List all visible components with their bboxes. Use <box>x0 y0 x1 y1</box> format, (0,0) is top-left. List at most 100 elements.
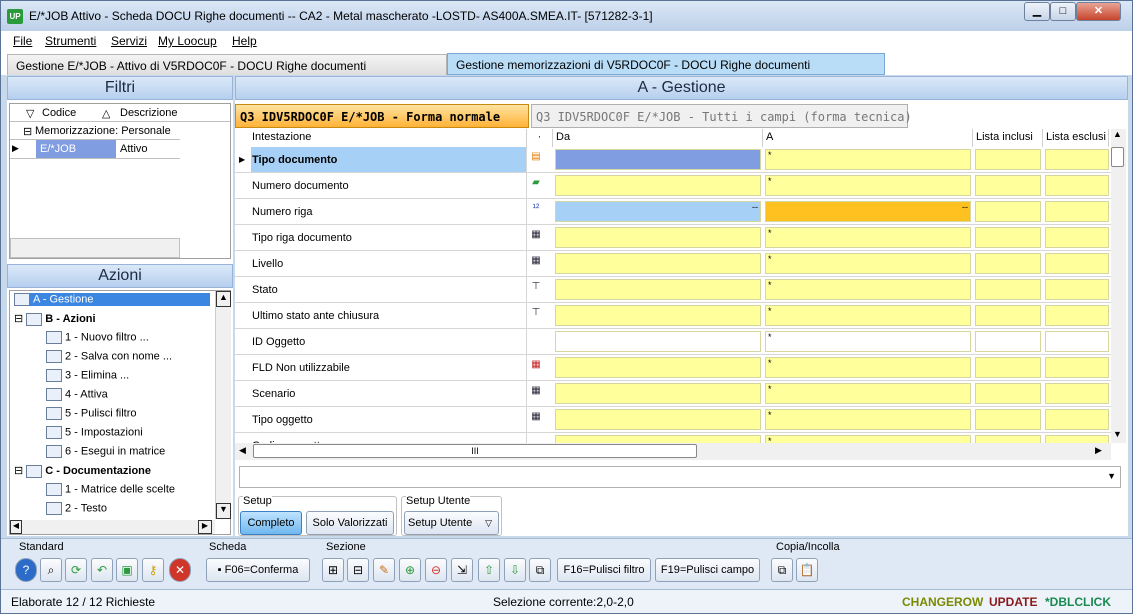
field-da[interactable] <box>555 175 761 196</box>
field-da[interactable] <box>555 357 761 378</box>
hscroll[interactable]: ◀ ▶ <box>10 520 215 534</box>
table-row[interactable]: ▶ Tipo documento ▤ * <box>235 147 1111 173</box>
combo-input[interactable]: ▼ <box>239 466 1121 488</box>
field-lista-inclusi[interactable] <box>975 279 1041 300</box>
tree-item[interactable]: 3 - Elimina ... <box>46 369 129 382</box>
field-lista-inclusi[interactable] <box>975 357 1041 378</box>
field-lista-esclusi[interactable] <box>1045 149 1109 170</box>
hscroll-thumb[interactable]: III <box>253 444 697 458</box>
field-lista-esclusi[interactable] <box>1045 357 1109 378</box>
scroll-left-icon[interactable]: ◀ <box>10 520 22 534</box>
arrow-down-icon[interactable]: ⇩ <box>504 558 526 582</box>
minimize-button[interactable]: ▁ <box>1024 2 1050 21</box>
scroll-thumb[interactable] <box>1111 147 1124 167</box>
close-button[interactable]: ✕ <box>1076 2 1121 21</box>
copy-icon[interactable]: ⧉ <box>771 558 793 582</box>
section-icon-3[interactable]: ✎ <box>373 558 395 582</box>
field-lista-inclusi[interactable] <box>975 331 1041 352</box>
col-lista-inclusi[interactable]: Lista inclusi <box>973 129 1043 147</box>
collapse-icon[interactable]: ⊟ <box>14 465 26 477</box>
field-a[interactable]: -- <box>765 201 971 222</box>
setup-utente-button[interactable]: Setup Utente ▽ <box>404 511 499 535</box>
section-icon-5[interactable]: ⊖ <box>425 558 447 582</box>
field-lista-esclusi[interactable] <box>1045 331 1109 352</box>
table-row[interactable]: Tipo oggetto ▦ * <box>235 407 1111 433</box>
col-icon[interactable]: · <box>527 129 553 147</box>
table-row[interactable]: Numero documento ▰ * <box>235 173 1111 199</box>
field-a[interactable]: * <box>765 305 971 326</box>
field-lista-inclusi[interactable] <box>975 175 1041 196</box>
field-da[interactable] <box>555 435 761 443</box>
grid-hscroll[interactable]: ◀ III ▶ <box>235 443 1111 460</box>
tree-item[interactable]: A - Gestione <box>14 293 210 306</box>
filter-code[interactable]: E/*JOB <box>36 140 116 158</box>
table-row[interactable]: Ultimo stato ante chiusura ⊤ * <box>235 303 1111 329</box>
field-a[interactable]: * <box>765 253 971 274</box>
col-da[interactable]: Da <box>553 129 763 147</box>
field-lista-esclusi[interactable] <box>1045 409 1109 430</box>
table-row[interactable]: Stato ⊤ * <box>235 277 1111 303</box>
field-lista-esclusi[interactable] <box>1045 305 1109 326</box>
tree-item[interactable]: 5 - Pulisci filtro <box>46 407 137 420</box>
field-lista-esclusi[interactable] <box>1045 383 1109 404</box>
table-row[interactable]: Livello ▦ * <box>235 251 1111 277</box>
field-lista-inclusi[interactable] <box>975 253 1041 274</box>
scroll-left-icon[interactable]: ◀ <box>239 445 246 456</box>
table-row[interactable]: Scenario ▦ * <box>235 381 1111 407</box>
field-da[interactable] <box>555 279 761 300</box>
f19-pulisci-campo-button[interactable]: F19=Pulisci campo <box>655 558 760 582</box>
section-icon-4[interactable]: ⊕ <box>399 558 421 582</box>
tab-gestione-attivo[interactable]: Gestione E/*JOB - Attivo di V5RDOC0F - D… <box>7 54 447 75</box>
tree-item[interactable]: 5 - Impostazioni <box>46 426 143 439</box>
field-a[interactable]: * <box>765 357 971 378</box>
field-da[interactable]: -- <box>555 201 761 222</box>
field-lista-esclusi[interactable] <box>1045 279 1109 300</box>
field-a[interactable]: * <box>765 383 971 404</box>
field-a[interactable]: * <box>765 331 971 352</box>
menu-my-loocup[interactable]: My Loocup <box>158 34 217 48</box>
collapse-icon[interactable]: ⊟ <box>23 125 32 138</box>
col-intestazione[interactable]: Intestazione <box>249 129 527 147</box>
tab-gestione-memorizzazioni[interactable]: Gestione memorizzazioni di V5RDOC0F - DO… <box>447 53 885 75</box>
key-icon[interactable]: ⚷ <box>142 558 164 582</box>
tree-item[interactable]: 2 - Testo <box>46 502 107 515</box>
filtri-row[interactable]: ▶ E/*JOB Attivo <box>10 140 180 159</box>
tree-item[interactable]: ⊟ C - Documentazione <box>14 464 151 478</box>
tree-item[interactable]: 1 - Matrice delle scelte <box>46 483 175 496</box>
col-codice[interactable]: Codice <box>42 107 76 119</box>
scroll-up-icon[interactable]: ▲ <box>216 291 231 307</box>
field-a[interactable]: * <box>765 175 971 196</box>
tab-tutti-campi[interactable]: Q3 IDV5RDOC0F E/*JOB - Tutti i campi (fo… <box>531 104 912 128</box>
table-row[interactable]: Numero riga ¹² -- -- <box>235 199 1111 225</box>
field-lista-inclusi[interactable] <box>975 435 1041 443</box>
scroll-down-icon[interactable]: ▼ <box>216 503 231 519</box>
cancel-icon[interactable]: ✕ <box>169 558 191 582</box>
collapse-icon[interactable]: ⊟ <box>14 313 26 325</box>
search-icon[interactable]: ⌕ <box>40 558 62 582</box>
scroll-down-icon[interactable]: ▼ <box>1113 429 1122 439</box>
tree-item[interactable]: 6 - Esegui in matrice <box>46 445 165 458</box>
table-row[interactable]: Codice oggetto * <box>235 433 1111 443</box>
section-icon-6[interactable]: ⇲ <box>451 558 473 582</box>
field-da[interactable] <box>555 305 761 326</box>
field-lista-esclusi[interactable] <box>1045 201 1109 222</box>
arrow-up-icon[interactable]: ⇧ <box>478 558 500 582</box>
back-icon[interactable]: ↶ <box>91 558 113 582</box>
tab-forma-normale[interactable]: Q3 IDV5RDOC0F E/*JOB - Forma normale <box>235 104 529 128</box>
section-icon-2[interactable]: ⊟ <box>347 558 369 582</box>
field-a[interactable]: * <box>765 149 971 170</box>
field-lista-esclusi[interactable] <box>1045 227 1109 248</box>
field-a[interactable]: * <box>765 435 971 443</box>
menu-file[interactable]: File <box>13 34 32 48</box>
chevron-down-icon[interactable]: ▼ <box>1107 471 1116 481</box>
field-da[interactable] <box>555 331 761 352</box>
refresh-icon[interactable]: ⟳ <box>65 558 87 582</box>
table-row[interactable]: FLD Non utilizzabile ▦ * <box>235 355 1111 381</box>
scroll-right-icon[interactable]: ▶ <box>1095 445 1102 456</box>
menu-servizi[interactable]: Servizi <box>111 34 147 48</box>
field-a[interactable]: * <box>765 279 971 300</box>
field-lista-inclusi[interactable] <box>975 383 1041 404</box>
field-lista-esclusi[interactable] <box>1045 253 1109 274</box>
maximize-button[interactable]: □ <box>1050 2 1076 21</box>
menu-strumenti[interactable]: Strumenti <box>45 34 96 48</box>
